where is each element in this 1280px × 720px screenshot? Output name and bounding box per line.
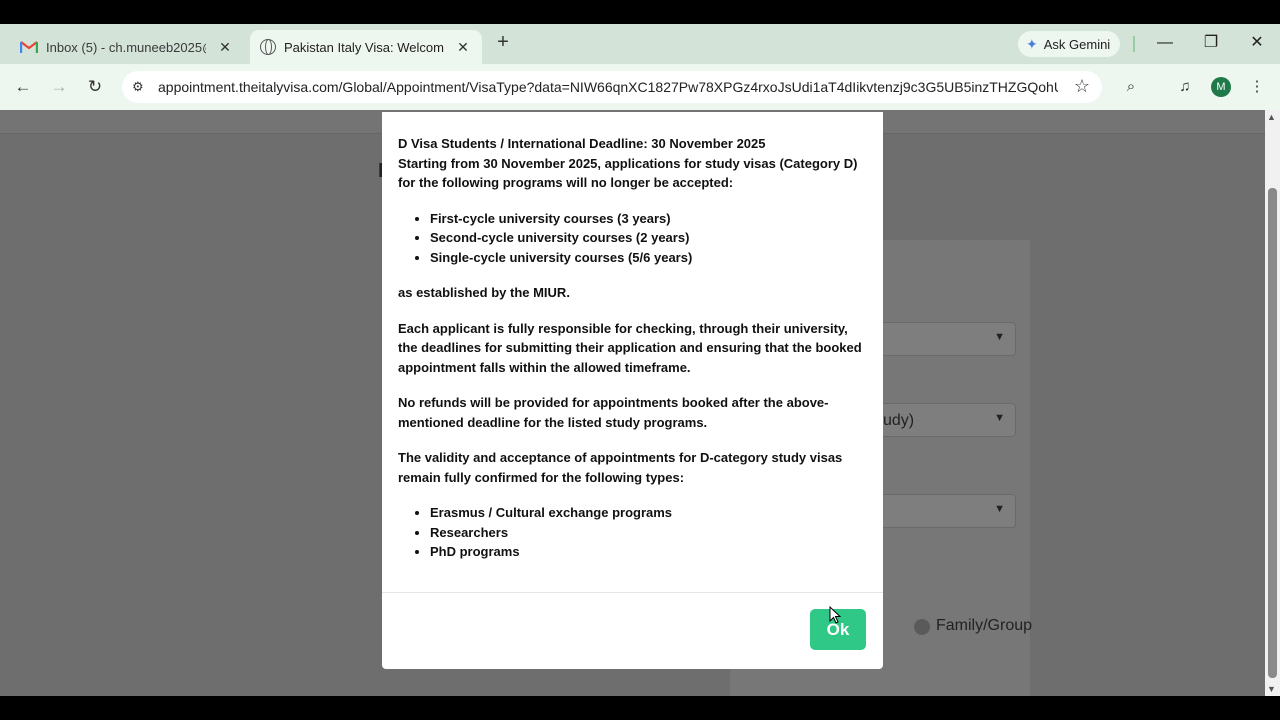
tab-title: Pakistan Italy Visa: Welcome to [284, 39, 444, 55]
ask-gemini-button[interactable]: ✦ Ask Gemini [1018, 31, 1121, 57]
screen-bottom-bar [0, 696, 1280, 720]
dropdown-3[interactable]: ▼ [876, 494, 1016, 528]
media-controls-icon[interactable]: ♫ [1174, 76, 1196, 98]
gemini-label: Ask Gemini [1043, 36, 1111, 52]
scroll-down-icon[interactable]: ▼ [1267, 684, 1276, 694]
list-item: Researchers [430, 523, 868, 543]
avatar[interactable]: M [1211, 77, 1231, 97]
chevron-down-icon: ▼ [994, 412, 1005, 424]
screen-top-bar [0, 0, 1280, 24]
chevron-down-icon: ▼ [994, 503, 1005, 515]
validity-note: The validity and acceptance of appointme… [398, 450, 843, 485]
scroll-up-icon[interactable]: ▲ [1267, 112, 1276, 122]
family-group-label: Family/Group [936, 617, 1033, 634]
tab-title: Inbox (5) - ch.muneeb2025@gm [46, 39, 206, 55]
page-scrollbar[interactable]: ▲ ▼ [1265, 110, 1280, 696]
search-tabs-icon[interactable]: ⌕ [1120, 76, 1142, 98]
list-item: Erasmus / Cultural exchange programs [430, 503, 868, 523]
modal-intro: Starting from 30 November 2025, applicat… [398, 155, 858, 191]
gemini-icon: ✦ [1026, 35, 1038, 52]
browser-toolbar: ← → ↻ ⚙ appointment.theitalyvisa.com/Glo… [0, 64, 1280, 110]
dropdown-2[interactable]: udy) ▼ [876, 403, 1016, 437]
tab-italy-visa[interactable]: Pakistan Italy Visa: Welcome to ✕ [250, 30, 482, 64]
restore-button[interactable]: ❐ [1201, 33, 1221, 53]
miur-note: as established by the MIUR. [398, 285, 570, 300]
modal-footer-divider [382, 592, 883, 593]
reload-button[interactable]: ↻ [84, 76, 106, 98]
back-button[interactable]: ← [12, 76, 34, 98]
close-window-button[interactable]: ✕ [1247, 33, 1267, 53]
gmail-icon [19, 40, 39, 54]
menu-icon[interactable]: ⋮ [1246, 76, 1268, 98]
bookmark-star-icon[interactable]: ☆ [1074, 76, 1090, 97]
list-item: PhD programs [430, 542, 868, 562]
list-item: Second-cycle university courses (2 years… [430, 228, 868, 248]
modal-body: D Visa Students / International Deadline… [398, 134, 868, 578]
address-bar[interactable]: ⚙ appointment.theitalyvisa.com/Global/Ap… [122, 71, 1102, 103]
scrollbar-thumb[interactable] [1268, 188, 1277, 678]
chevron-down-icon: ▼ [994, 331, 1005, 343]
accepted-programs-list: Erasmus / Cultural exchange programs Res… [430, 503, 868, 562]
responsibility-note: Each applicant is fully responsible for … [398, 320, 862, 375]
tab-gmail[interactable]: Inbox (5) - ch.muneeb2025@gm ✕ [8, 30, 244, 64]
minimize-button[interactable]: — [1155, 33, 1175, 53]
new-tab-button[interactable]: + [492, 32, 514, 54]
list-item: Single-cycle university courses (5/6 yea… [430, 248, 868, 268]
list-item: First-cycle university courses (3 years) [430, 209, 868, 229]
globe-icon [260, 39, 276, 55]
close-icon[interactable]: ✕ [454, 38, 472, 56]
dropdown-2-text: udy) [883, 412, 915, 429]
site-settings-icon[interactable]: ⚙ [132, 79, 144, 95]
url-text: appointment.theitalyvisa.com/Global/Appo… [158, 79, 1058, 95]
toolbar-divider [1133, 36, 1135, 52]
excluded-programs-list: First-cycle university courses (3 years)… [430, 209, 868, 268]
family-group-radio[interactable] [914, 619, 930, 635]
close-icon[interactable]: ✕ [216, 38, 234, 56]
deadline-modal: D Visa Students / International Deadline… [382, 112, 883, 669]
modal-heading: D Visa Students / International Deadline… [398, 136, 766, 151]
dropdown-1[interactable]: ▼ [876, 322, 1016, 356]
mouse-cursor-icon [829, 606, 841, 624]
refunds-note: No refunds will be provided for appointm… [398, 395, 829, 430]
forward-button[interactable]: → [48, 76, 70, 98]
